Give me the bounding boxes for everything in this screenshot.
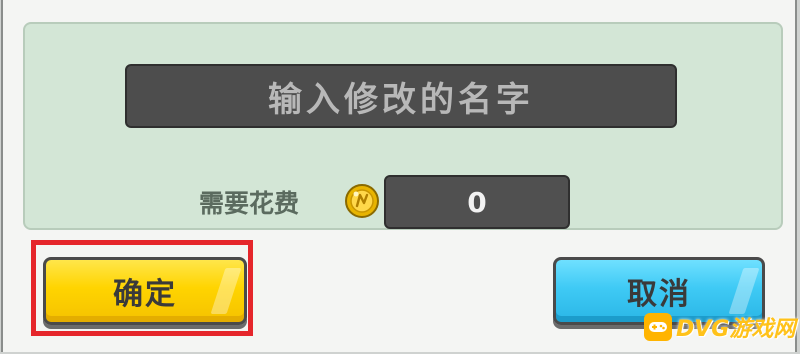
rename-dialog: 输入修改的名字 需要花费 0 确定 取消 xyxy=(1,0,797,352)
site-watermark: DVG游戏网 xyxy=(644,312,795,342)
name-input-placeholder: 输入修改的名字 xyxy=(268,79,534,120)
button-sheen xyxy=(210,268,242,314)
name-input[interactable]: 输入修改的名字 xyxy=(125,64,677,128)
confirm-label: 确定 xyxy=(113,277,177,312)
cancel-label: 取消 xyxy=(627,277,691,312)
watermark-text: DVG游戏网 xyxy=(676,317,796,342)
button-sheen xyxy=(728,268,760,314)
confirm-button[interactable]: 确定 xyxy=(43,257,247,325)
cost-value: 0 xyxy=(467,185,487,219)
cost-value-field: 0 xyxy=(384,175,570,229)
gamepad-icon xyxy=(644,313,672,341)
gold-coin-icon xyxy=(345,184,379,218)
cost-label: 需要花费 xyxy=(199,189,300,218)
